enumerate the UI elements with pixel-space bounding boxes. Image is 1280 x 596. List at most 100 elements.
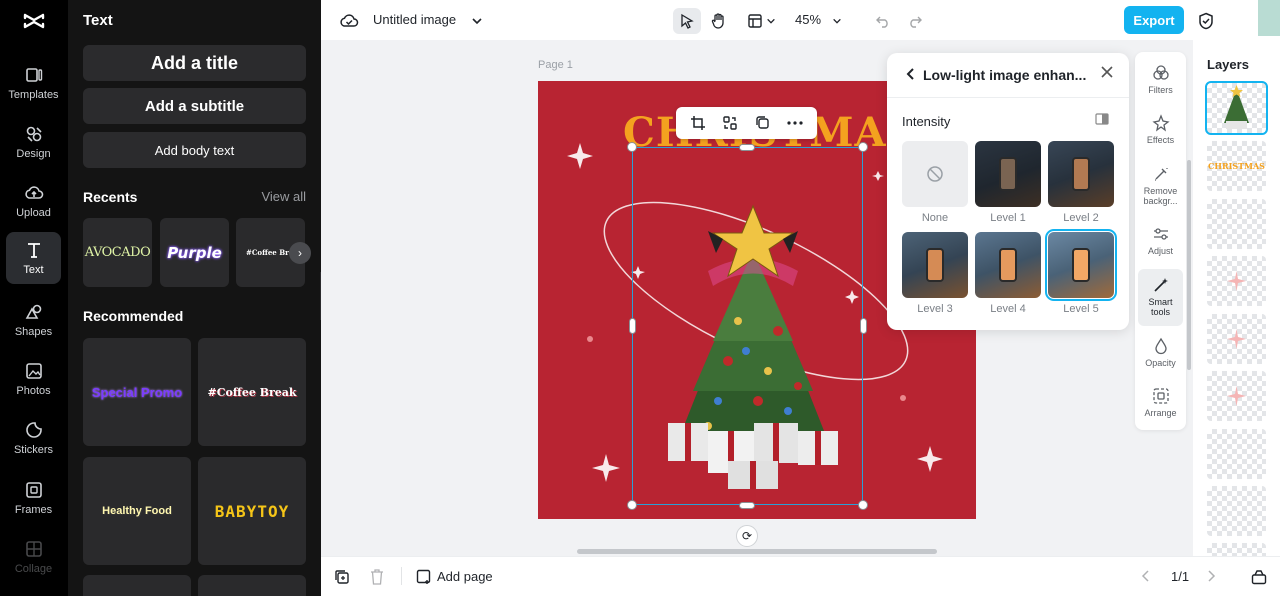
recommended-healthy-food[interactable]: Healthy Food [83,457,191,565]
rail-item-upload[interactable]: Upload [6,175,61,227]
rail-item-shapes[interactable]: Shapes [6,294,61,346]
undo-icon[interactable] [869,8,897,34]
lantern-thumbnail [1072,248,1090,282]
recents-next-button[interactable]: › [289,242,311,264]
replace-image-icon[interactable] [719,112,741,134]
tool-adjust[interactable]: Adjust [1138,225,1183,256]
recommended-coffee-break[interactable]: #Coffee Break [198,338,306,446]
shield-check-icon[interactable] [1192,8,1220,34]
duplicate-icon[interactable] [752,112,774,134]
rail-item-label: Shapes [14,326,53,338]
add-subtitle-button[interactable]: Add a subtitle [83,88,306,124]
arrange-icon [1152,388,1169,404]
rail-item-frames[interactable]: Frames [6,472,61,524]
resize-handle-bottom-right[interactable] [858,500,868,510]
lantern-thumbnail [1072,157,1090,191]
add-page-icon[interactable] [416,569,432,588]
recommended-special-promo[interactable]: Special Promo [83,338,191,446]
tool-label: Filters [1148,85,1173,95]
low-light-enhance-panel: Low-light image enhan... Intensity None … [887,53,1129,330]
layout-chevron-down-icon[interactable] [761,8,781,34]
horizontal-scrollbar[interactable] [577,549,937,554]
level-1-option[interactable] [975,141,1041,207]
layer-tree-thumbnail [1224,85,1249,129]
page-manager-icon[interactable] [1251,569,1267,588]
tool-opacity[interactable]: Opacity [1138,337,1183,368]
rail-item-collage[interactable]: Collage [6,531,61,583]
none-circle-icon [927,166,943,182]
remove-background-icon [1154,168,1168,181]
rail-item-stickers[interactable]: Stickers [6,412,61,464]
recommended-card-partial[interactable] [83,575,191,596]
rail-item-design[interactable]: Design [6,116,61,168]
capcut-logo-icon[interactable] [22,9,46,33]
export-button[interactable]: Export [1124,6,1184,34]
layer-sparkle[interactable] [1207,314,1266,364]
back-chevron-icon[interactable] [905,67,915,84]
resize-handle-top-left[interactable] [627,142,637,152]
level-2-label: Level 2 [1063,212,1099,224]
rotate-handle[interactable]: ⟳ [736,525,758,547]
add-body-text-button[interactable]: Add body text [83,132,306,168]
layer-empty[interactable] [1207,429,1266,479]
zoom-chevron-down-icon[interactable] [827,8,847,34]
tool-arrange[interactable]: Arrange [1138,387,1183,418]
recommended-babytoy[interactable]: BABYTOY [198,457,306,565]
bottom-bar: Add page 1/1 [321,556,1280,596]
delete-page-icon[interactable] [370,569,384,588]
level-3-option[interactable] [902,232,968,298]
view-all-link[interactable]: View all [261,189,306,204]
duplicate-page-icon[interactable] [334,569,350,588]
tool-remove-background[interactable]: Remove backgr... [1138,165,1183,206]
rail-item-label: Upload [16,207,51,219]
layer-tree[interactable] [1205,81,1268,135]
document-title[interactable]: Untitled image [373,12,456,27]
level-5-option[interactable] [1045,229,1117,301]
resize-handle-left[interactable] [629,318,636,334]
tool-effects[interactable]: Effects [1138,114,1183,145]
zoom-level[interactable]: 45% [795,12,821,27]
close-icon[interactable] [1101,65,1113,83]
add-page-button[interactable]: Add page [437,569,493,584]
select-pointer-icon[interactable] [673,8,701,34]
recent-text-avocado[interactable]: AVOCADO [83,218,152,287]
resize-handle-bottom-left[interactable] [627,500,637,510]
more-options-icon[interactable] [784,112,806,134]
title-dropdown-chevron-icon[interactable] [463,8,491,34]
level-4-option[interactable] [975,232,1041,298]
rail-item-templates[interactable]: Templates [6,57,61,109]
tool-filters[interactable]: Filters [1138,64,1183,95]
magic-wand-icon [1153,278,1168,292]
resize-handle-top-right[interactable] [858,142,868,152]
level-none-option[interactable] [902,141,968,207]
compare-icon[interactable] [1095,113,1109,128]
recent-text-purple[interactable]: Purple [160,218,229,287]
layer-sparkle[interactable] [1207,371,1266,421]
redo-icon[interactable] [901,8,929,34]
add-title-button[interactable]: Add a title [83,45,306,81]
layer-empty[interactable] [1207,486,1266,536]
next-page-chevron-icon[interactable] [1206,570,1216,585]
cloud-sync-icon[interactable] [335,8,363,34]
selection-box[interactable] [632,147,863,505]
lantern-thumbnail [926,248,944,282]
resize-handle-right[interactable] [860,318,867,334]
layer-christmas-text[interactable]: CHRISTMAS [1207,141,1266,191]
layer-sparkle[interactable] [1207,256,1266,306]
tool-smart-tools[interactable]: Smart tools [1138,269,1183,326]
hand-pan-icon[interactable] [705,8,733,34]
rail-item-text[interactable]: Text [6,232,61,284]
rail-item-photos[interactable]: Photos [6,353,61,405]
resize-handle-top[interactable] [739,144,755,151]
vertical-scrollbar[interactable] [1187,160,1191,370]
previous-page-chevron-icon[interactable] [1141,570,1151,585]
crop-icon[interactable] [687,112,709,134]
avatar[interactable] [1258,0,1280,36]
level-2-option[interactable] [1048,141,1114,207]
frames-icon [25,482,42,498]
layer-orbit[interactable] [1207,199,1266,249]
recents-heading: Recents [83,189,138,205]
resize-handle-bottom[interactable] [739,502,755,509]
tool-label: Adjust [1147,246,1173,256]
recommended-card-partial[interactable] [198,575,306,596]
